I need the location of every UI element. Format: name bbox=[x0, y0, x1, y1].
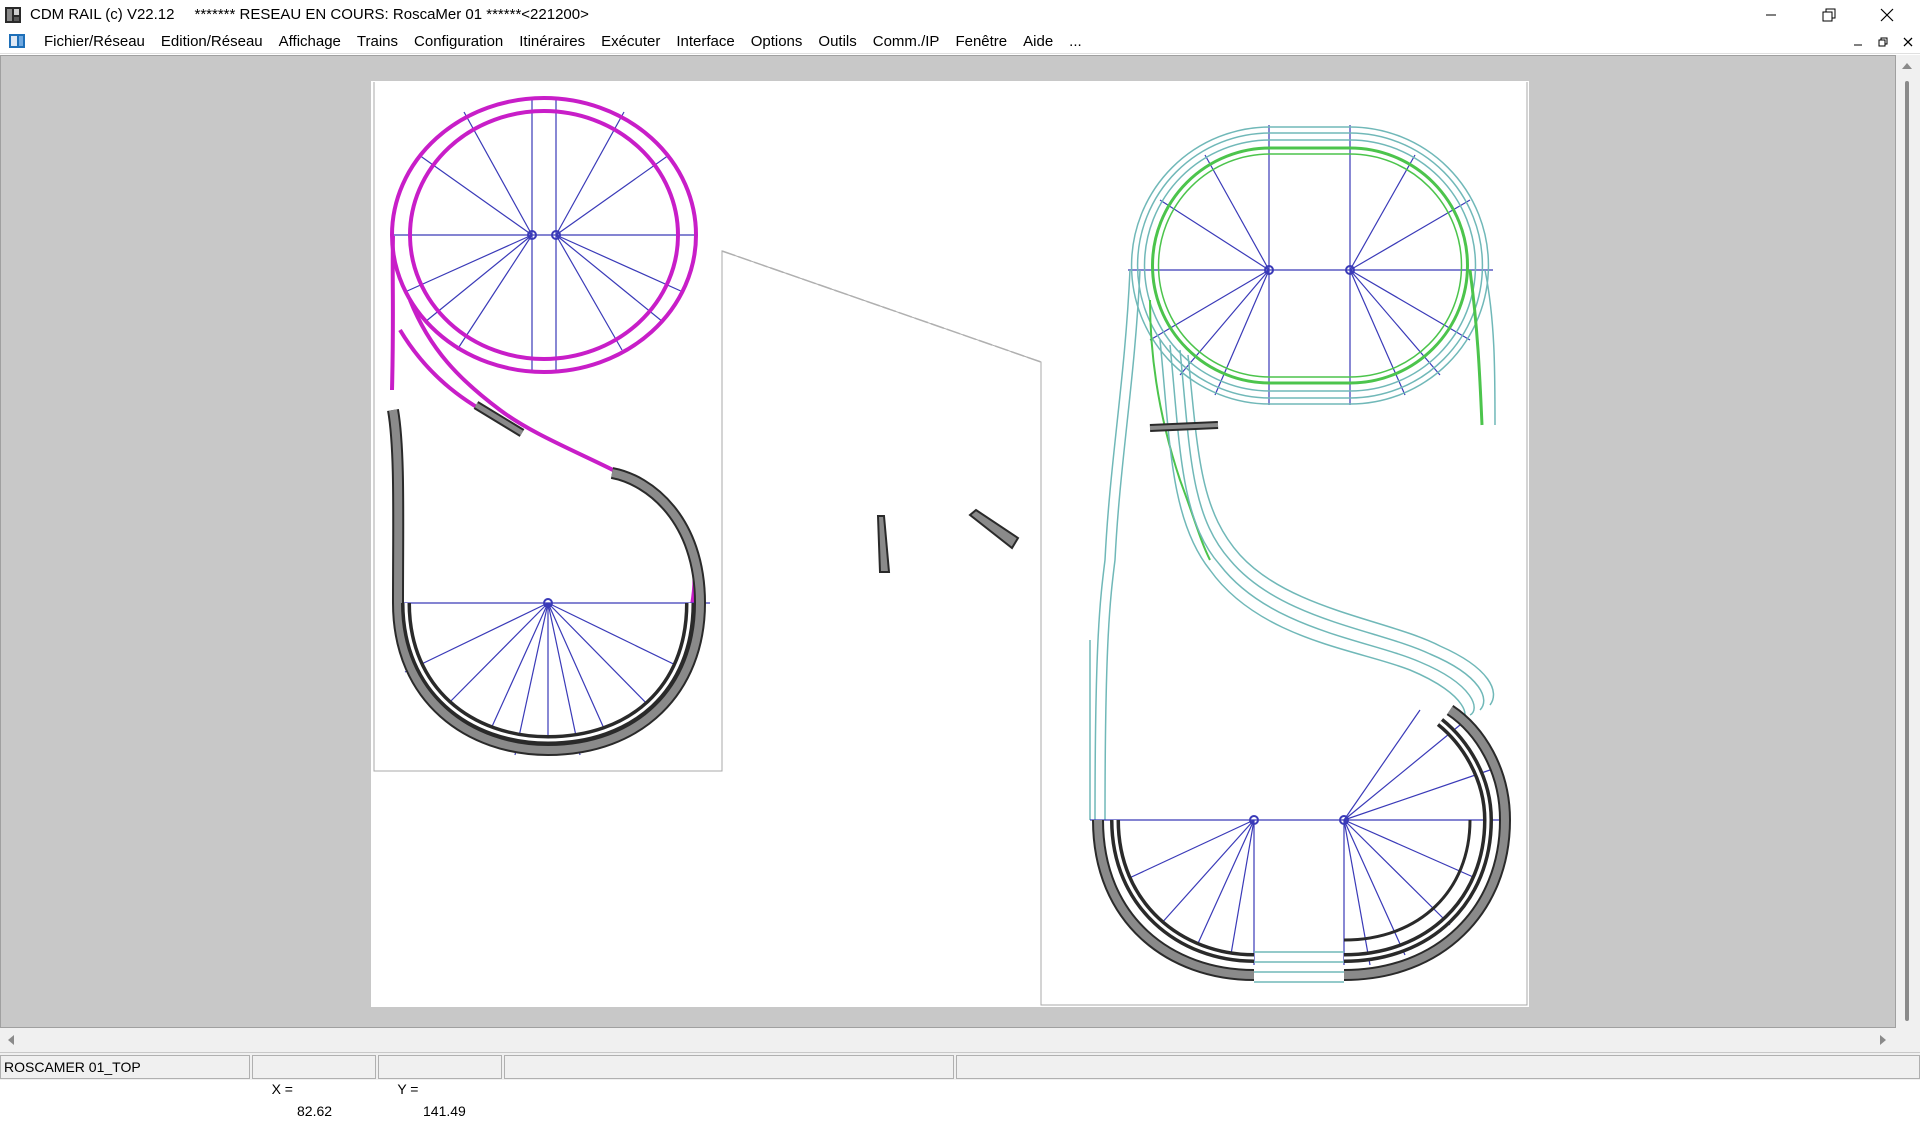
menu-fichier-reseau[interactable]: Fichier/Réseau bbox=[36, 29, 153, 54]
child-close-button[interactable] bbox=[1898, 33, 1918, 51]
close-icon bbox=[1903, 37, 1913, 47]
right-module bbox=[1089, 125, 1512, 983]
child-restore-button[interactable] bbox=[1873, 33, 1893, 51]
menu-itineraires[interactable]: Itinéraires bbox=[511, 29, 593, 54]
minimize-icon bbox=[1854, 44, 1862, 46]
occupied-track[interactable] bbox=[387, 401, 707, 757]
layout-canvas[interactable] bbox=[371, 81, 1529, 1007]
x-label: X = bbox=[271, 1081, 293, 1097]
oval-track[interactable] bbox=[1130, 126, 1490, 405]
minimize-icon bbox=[1766, 14, 1776, 15]
network-status: ******* RESEAU EN COURS: RoscaMer 01 ***… bbox=[194, 6, 589, 23]
menu-options[interactable]: Options bbox=[743, 29, 811, 54]
maximize-icon bbox=[1878, 37, 1888, 47]
vertical-scroll-thumb[interactable] bbox=[1905, 81, 1909, 1021]
title-bar: CDM RAIL (c) V22.12 ******* RESEAU EN CO… bbox=[0, 0, 1920, 29]
x-coordinate-panel: X = 82.62 bbox=[252, 1055, 376, 1119]
menu-aide[interactable]: Aide bbox=[1015, 29, 1061, 54]
menu-outils[interactable]: Outils bbox=[810, 29, 864, 54]
child-minimize-button[interactable] bbox=[1848, 33, 1868, 51]
track-plan[interactable] bbox=[371, 81, 1529, 1007]
document-icon[interactable] bbox=[8, 33, 26, 49]
menu-interface[interactable]: Interface bbox=[668, 29, 742, 54]
y-label: Y = bbox=[397, 1081, 419, 1097]
status-panel bbox=[956, 1055, 1920, 1079]
window-title: CDM RAIL (c) V22.12 bbox=[30, 6, 175, 23]
loose-track-pieces[interactable] bbox=[876, 508, 1020, 573]
vertical-scrollbar[interactable] bbox=[1896, 55, 1920, 1028]
x-value: 82.62 bbox=[297, 1103, 333, 1119]
status-panel bbox=[504, 1055, 954, 1079]
occupied-track[interactable] bbox=[1092, 421, 1512, 981]
minimize-button[interactable] bbox=[1742, 0, 1800, 29]
menu-bar: Fichier/Réseau Edition/Réseau Affichage … bbox=[0, 29, 1920, 54]
layer-name: ROSCAMER 01_TOP bbox=[0, 1055, 250, 1079]
radius-lines-bottom bbox=[392, 602, 710, 756]
y-coordinate-panel: Y = 141.49 bbox=[378, 1055, 502, 1119]
scroll-corner bbox=[1896, 1028, 1920, 1052]
scroll-left-icon[interactable] bbox=[6, 1034, 16, 1046]
horizontal-scrollbar[interactable] bbox=[0, 1028, 1896, 1052]
menu-trains[interactable]: Trains bbox=[349, 29, 406, 54]
maximize-icon bbox=[1822, 8, 1836, 21]
board-outline bbox=[373, 82, 1528, 1006]
selected-track[interactable] bbox=[390, 96, 698, 606]
menu-comm-ip[interactable]: Comm./IP bbox=[865, 29, 948, 54]
menu-edition-reseau[interactable]: Edition/Réseau bbox=[153, 29, 271, 54]
scroll-up-icon[interactable] bbox=[1901, 61, 1913, 71]
menu-affichage[interactable]: Affichage bbox=[271, 29, 349, 54]
y-value: 141.49 bbox=[423, 1103, 466, 1119]
menu-more[interactable]: ... bbox=[1061, 29, 1090, 54]
app-icon bbox=[5, 6, 21, 23]
menu-configuration[interactable]: Configuration bbox=[406, 29, 511, 54]
connecting-track[interactable] bbox=[1089, 269, 1496, 821]
left-module bbox=[387, 96, 710, 757]
status-bar: ROSCAMER 01_TOP X = 82.62 Y = 141.49 bbox=[0, 1052, 1920, 1119]
close-icon bbox=[1880, 8, 1894, 21]
restore-button[interactable] bbox=[1800, 0, 1858, 29]
bottom-straight[interactable] bbox=[1254, 951, 1344, 983]
menu-fenetre[interactable]: Fenêtre bbox=[947, 29, 1015, 54]
scroll-right-icon[interactable] bbox=[1878, 1034, 1888, 1046]
menu-executer[interactable]: Exécuter bbox=[593, 29, 668, 54]
close-button[interactable] bbox=[1858, 0, 1916, 29]
active-loop[interactable] bbox=[1149, 146, 1484, 561]
